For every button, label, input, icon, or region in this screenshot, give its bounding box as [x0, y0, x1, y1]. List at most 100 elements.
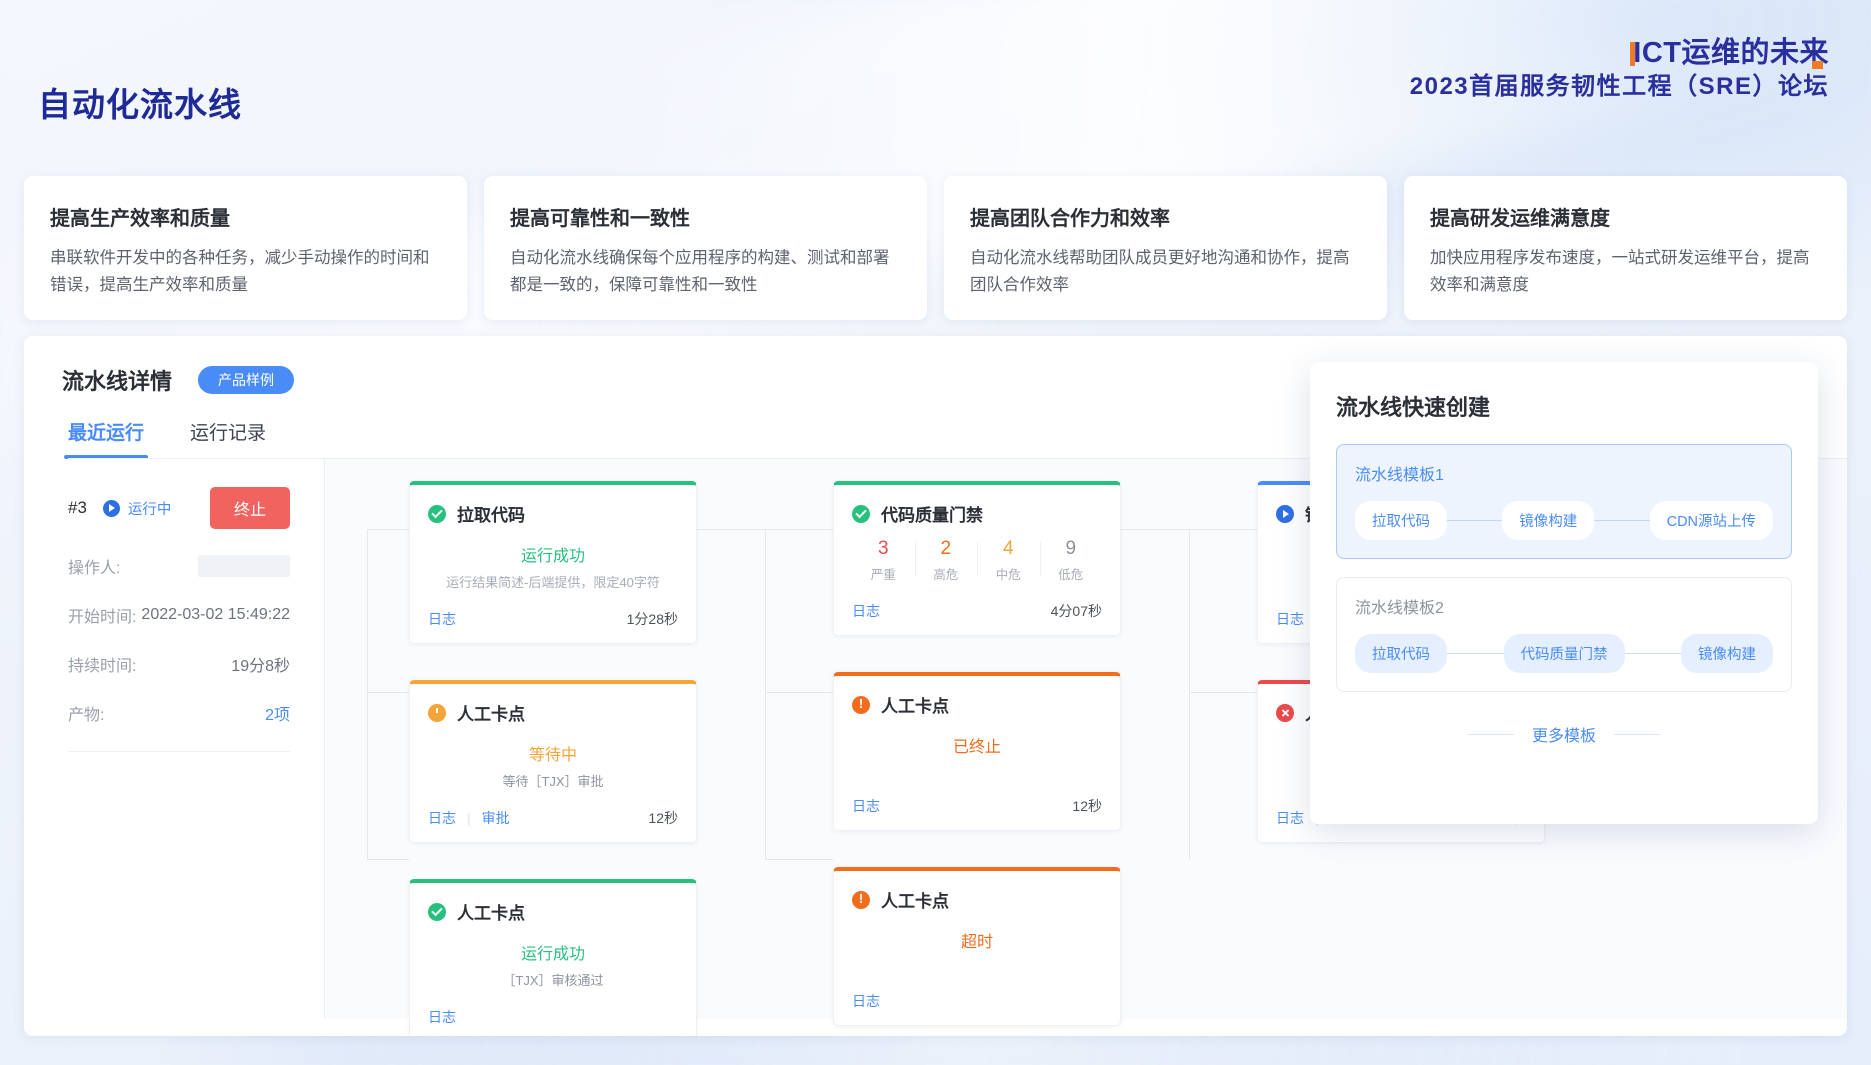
template-step[interactable]: 拉取代码	[1355, 501, 1447, 540]
stage-result: 运行成功	[520, 946, 585, 963]
feature-title: 提高可靠性和一致性	[510, 208, 690, 230]
stage-name: 人工卡点	[457, 904, 525, 923]
metric-label: 低危	[1058, 568, 1084, 582]
feature-description: 串联软件开发中的各种任务，减少手动操作的时间和错误，提高生产效率和质量	[50, 249, 430, 294]
template-step[interactable]: 拉取代码	[1355, 634, 1447, 673]
stage-log-link[interactable]: 日志	[428, 1007, 456, 1027]
metric-label: 中危	[995, 568, 1021, 582]
template-name: 流水线模板1	[1355, 467, 1444, 484]
template-card-1[interactable]: 流水线模板1 拉取代码 镜像构建 CDN源站上传	[1336, 444, 1792, 559]
brand-main-text: ICT运维的未来	[1410, 37, 1829, 70]
stage-card-manual-gate-timeout[interactable]: ! 人工卡点 超时 日志	[833, 867, 1121, 1026]
stage-footer: 日志 12秒	[852, 796, 1102, 816]
page-title: 自动化流水线	[38, 86, 242, 123]
feature-description: 自动化流水线确保每个应用程序的构建、测试和部署都是一致的，保障可靠性和一致性	[510, 249, 890, 294]
run-info-label: 开始时间:	[68, 609, 137, 626]
artifacts-link[interactable]: 2项	[265, 701, 290, 725]
exclamation-icon: !	[852, 695, 870, 714]
metric-label: 高危	[933, 568, 959, 582]
run-header-row: #3 运行中 终止	[68, 487, 290, 529]
stage-header: 人工卡点	[428, 700, 678, 725]
stage-header: ! 人工卡点	[852, 692, 1102, 717]
stage-result: 运行成功	[520, 548, 585, 565]
stage-card-manual-gate-passed[interactable]: 人工卡点 运行成功 ［TJX］审核通过 日志	[409, 879, 697, 1036]
stage-log-link[interactable]: 日志	[852, 796, 880, 816]
run-status: 运行中	[102, 498, 171, 519]
stage-column-1: 拉取代码 运行成功 运行结果简述-后端提供，限定40字符 日志 1分28秒 人工…	[409, 481, 697, 1036]
feature-description: 加快应用程序发布速度，一站式研发运维平台，提高效率和满意度	[1430, 249, 1810, 294]
run-info-label: 产物:	[68, 707, 105, 724]
stage-duration: 1分28秒	[626, 611, 678, 627]
run-info-label: 操作人:	[68, 560, 121, 577]
metric-value: 3	[877, 538, 889, 559]
metric-label: 严重	[870, 568, 896, 582]
stage-result: 等待中	[528, 747, 577, 764]
stage-log-link[interactable]: 日志	[852, 991, 880, 1011]
stage-card-manual-gate-terminated[interactable]: ! 人工卡点 已终止 日志 12秒	[833, 672, 1121, 831]
divider-line	[1614, 733, 1660, 735]
stage-log-link[interactable]: 日志	[428, 609, 456, 629]
quick-create-panel: 流水线快速创建 流水线模板1 拉取代码 镜像构建 CDN源站上传 流水线模板2 …	[1310, 362, 1818, 824]
check-circle-icon	[852, 504, 870, 523]
stage-subtext	[852, 763, 1102, 778]
tab-run-history[interactable]: 运行记录	[190, 418, 266, 459]
feature-card: 提高生产效率和质量 串联软件开发中的各种任务，减少手动操作的时间和错误，提高生产…	[24, 176, 467, 321]
stage-log-link[interactable]: 日志	[852, 601, 880, 621]
template-step[interactable]: 代码质量门禁	[1503, 634, 1625, 673]
more-templates-link[interactable]: 更多模板	[1532, 722, 1596, 746]
stage-footer: 日志 4分07秒	[852, 601, 1102, 621]
run-info-label: 持续时间:	[68, 658, 137, 675]
run-info-row-duration: 持续时间: 19分8秒	[68, 652, 290, 676]
run-number: #3	[68, 498, 87, 517]
stage-approve-link[interactable]: 审批	[482, 808, 510, 828]
template-step[interactable]: 镜像构建	[1681, 634, 1773, 673]
stage-result: 已终止	[952, 739, 1001, 756]
feature-card: 提高研发运维满意度 加快应用程序发布速度，一站式研发运维平台，提高效率和满意度	[1404, 176, 1847, 321]
feature-title: 提高生产效率和质量	[50, 208, 230, 230]
stage-subtext: 运行结果简述-后端提供，限定40字符	[446, 575, 660, 590]
stage-name: 人工卡点	[881, 892, 949, 911]
stage-footer: 日志 1分28秒	[428, 609, 678, 629]
stage-log-link[interactable]: 日志	[428, 808, 456, 828]
panel-title: 流水线详情	[62, 369, 173, 394]
template-step[interactable]: CDN源站上传	[1649, 501, 1774, 540]
stage-duration: 12秒	[1072, 798, 1102, 814]
footer-separator: |	[467, 810, 471, 826]
template-step[interactable]: 镜像构建	[1502, 501, 1595, 540]
tab-recent-runs[interactable]: 最近运行	[63, 418, 149, 459]
run-info-row-artifacts: 产物: 2项	[68, 701, 290, 725]
stage-card-code-quality-gate[interactable]: 代码质量门禁 3 严重 2 高危 4 中危 9 低危 日志 4分07秒	[833, 481, 1121, 636]
feature-card: 提高可靠性和一致性 自动化流水线确保每个应用程序的构建、测试和部署都是一致的，保…	[484, 176, 927, 321]
quality-metrics: 3 严重 2 高危 4 中危 9 低危	[852, 538, 1102, 583]
template-card-2[interactable]: 流水线模板2 拉取代码 代码质量门禁 镜像构建	[1336, 577, 1792, 692]
stage-header: 代码质量门禁	[852, 501, 1102, 526]
sample-badge: 产品样例	[198, 366, 295, 394]
stage-card-manual-gate-waiting[interactable]: 人工卡点 等待中 等待［TJX］审批 日志 | 审批 12秒	[409, 680, 697, 843]
divider	[68, 751, 290, 752]
run-info-row-operator: 操作人:	[68, 554, 290, 578]
metric-low: 9 低危	[1039, 538, 1103, 583]
stage-card-pull-code[interactable]: 拉取代码 运行成功 运行结果简述-后端提供，限定40字符 日志 1分28秒	[409, 481, 697, 644]
stage-footer: 日志 | 审批 12秒	[428, 808, 678, 828]
feature-title: 提高研发运维满意度	[1430, 208, 1610, 230]
metric-high: 2 高危	[914, 538, 978, 583]
run-info-value: 19分8秒	[231, 658, 290, 675]
stop-run-button[interactable]: 终止	[209, 487, 290, 529]
run-info-value: 2022-03-02 15:49:22	[141, 606, 290, 623]
feature-card-list: 提高生产效率和质量 串联软件开发中的各种任务，减少手动操作的时间和错误，提高生产…	[24, 176, 1847, 321]
stage-log-link[interactable]: 日志	[1276, 808, 1304, 828]
feature-description: 自动化流水线帮助团队成员更好地沟通和协作，提高团队合作效率	[970, 249, 1350, 294]
brand-sub-label: 2023首届服务韧性工程（SRE）论坛	[1409, 72, 1829, 100]
stage-subtext: 等待［TJX］审批	[502, 774, 604, 789]
feature-title: 提高团队合作力和效率	[970, 208, 1170, 230]
template-steps: 拉取代码 镜像构建 CDN源站上传	[1355, 501, 1774, 540]
metric-value: 2	[940, 538, 952, 559]
check-circle-icon	[428, 902, 446, 921]
stage-column-2: 代码质量门禁 3 严重 2 高危 4 中危 9 低危 日志 4分07秒 ! 人工…	[833, 481, 1121, 1036]
quick-create-title: 流水线快速创建	[1336, 395, 1491, 420]
stage-log-link[interactable]: 日志	[1276, 609, 1304, 629]
play-circle-icon	[1276, 504, 1294, 523]
divider-line	[1467, 733, 1514, 735]
template-connector	[1447, 520, 1503, 521]
stage-footer: 日志	[852, 991, 1102, 1011]
